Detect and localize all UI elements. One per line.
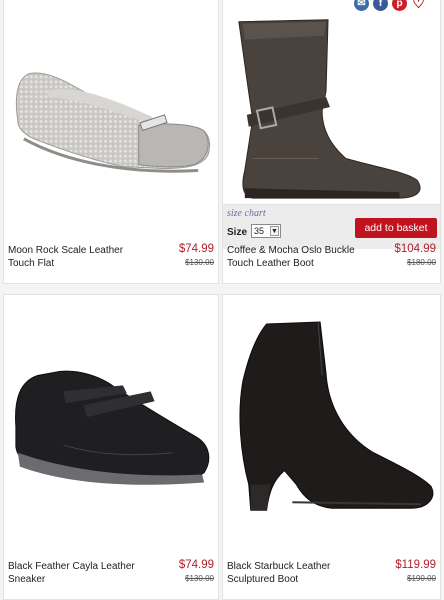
product-info: Black Starbuck Leather Sculptured Boot $… — [223, 555, 440, 599]
original-price: $130.00 — [185, 574, 214, 583]
sale-price: $74.99 — [178, 559, 214, 571]
social-share-bar: ✉ f p ♡ — [354, 0, 434, 12]
facebook-icon[interactable]: f — [373, 0, 388, 11]
size-chart-link[interactable]: size chart — [227, 208, 266, 219]
pinterest-icon[interactable]: p — [392, 0, 407, 11]
product-info: Coffee & Mocha Oslo Buckle Touch Leather… — [223, 239, 440, 283]
product-info: Moon Rock Scale Leather Touch Flat $74.9… — [4, 239, 218, 283]
sale-price: $104.99 — [394, 243, 436, 255]
product-card[interactable]: Black Starbuck Leather Sculptured Boot $… — [222, 294, 441, 600]
product-image[interactable] — [4, 295, 218, 557]
product-card[interactable]: Black Feather Cayla Leather Sneaker $74.… — [3, 294, 219, 600]
product-name[interactable]: Moon Rock Scale Leather Touch Flat — [8, 244, 140, 270]
sale-price: $119.99 — [395, 559, 436, 571]
size-label: Size — [227, 227, 248, 238]
add-to-basket-button[interactable]: add to basket — [355, 218, 437, 238]
product-image[interactable] — [4, 0, 218, 241]
heart-icon[interactable]: ♡ — [411, 0, 426, 11]
product-card[interactable]: Moon Rock Scale Leather Touch Flat $74.9… — [3, 0, 219, 284]
original-price: $190.00 — [407, 574, 436, 583]
original-price: $180.00 — [407, 258, 436, 267]
product-image[interactable] — [223, 0, 440, 206]
chevron-down-icon: ▼ — [270, 226, 279, 236]
original-price: $130.00 — [185, 258, 214, 267]
product-info: Black Feather Cayla Leather Sneaker $74.… — [4, 555, 218, 599]
product-image[interactable] — [223, 295, 440, 557]
size-select[interactable]: 35 ▼ — [251, 224, 281, 238]
email-icon[interactable]: ✉ — [354, 0, 369, 11]
sale-price: $74.99 — [178, 243, 214, 255]
size-value: 35 — [254, 226, 265, 236]
product-card[interactable]: size chart Size 35 ▼ add to basket Coffe… — [222, 0, 441, 284]
product-name[interactable]: Coffee & Mocha Oslo Buckle Touch Leather… — [227, 244, 359, 270]
product-name[interactable]: Black Feather Cayla Leather Sneaker — [8, 560, 140, 586]
product-name[interactable]: Black Starbuck Leather Sculptured Boot — [227, 560, 359, 586]
